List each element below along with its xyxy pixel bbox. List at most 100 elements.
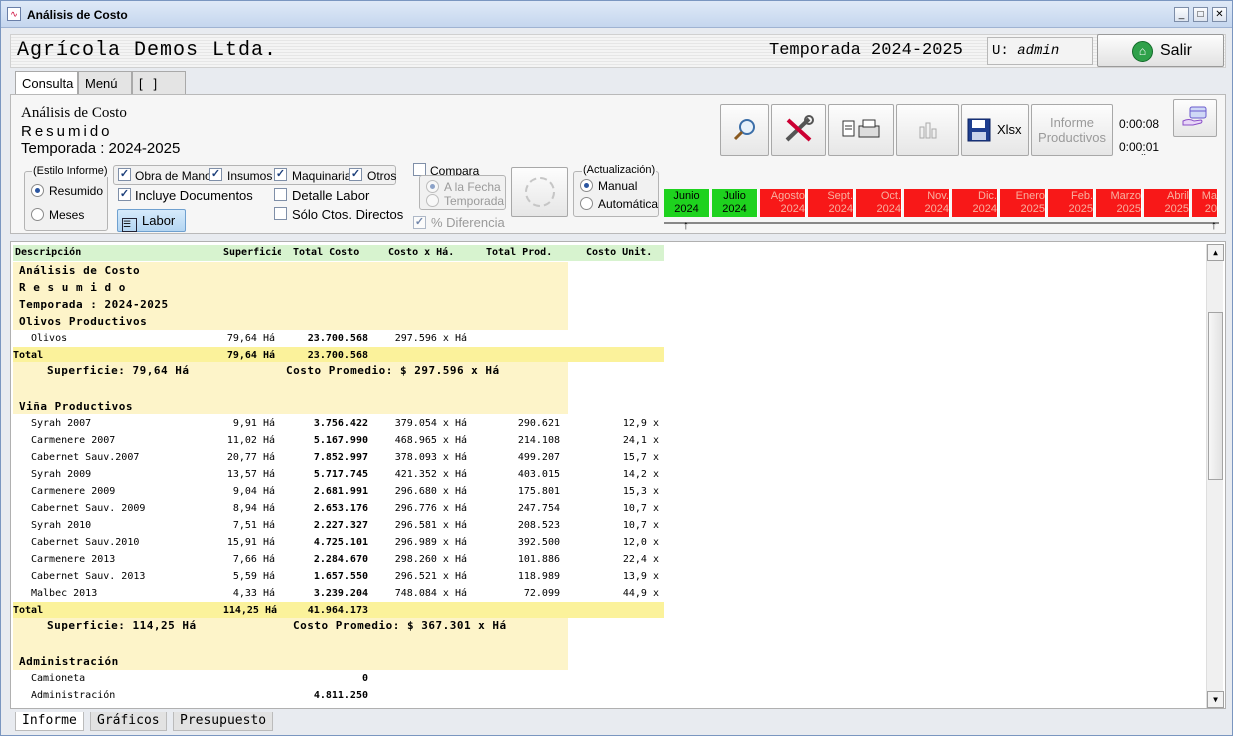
month-year: 2024 <box>924 203 949 215</box>
row-costo-unit: 12,9 x <box>622 418 659 429</box>
exit-button[interactable]: ⌂ Salir <box>1097 34 1224 67</box>
row-total-costo: 3.756.422 <box>313 418 368 429</box>
tab-graficos[interactable]: Gráficos <box>90 712 167 731</box>
row-costo-unit: 12,0 x <box>622 537 659 548</box>
scroll-up-button[interactable]: ▲ <box>1207 244 1224 261</box>
row-total-costo: 4.811.250 <box>313 690 368 701</box>
row-total-costo: 23.700.568 <box>307 333 368 344</box>
radio-manual[interactable] <box>580 179 593 192</box>
month-cell[interactable]: Marzo 2025 <box>1096 189 1142 217</box>
month-cell[interactable]: Feb. 2025 <box>1048 189 1094 217</box>
check-detalle[interactable] <box>274 188 287 201</box>
month-cell[interactable]: Sept. 2024 <box>808 189 854 217</box>
row-superficie: 9,91 Há <box>232 418 275 429</box>
radio-a-la-fecha[interactable] <box>426 180 439 193</box>
row-costo-ha: 297.596 x Há <box>394 333 467 344</box>
month-cell[interactable]: Nov. 2024 <box>904 189 950 217</box>
check-obra[interactable]: ✓ <box>118 168 131 181</box>
row-superficie: 13,57 Há <box>226 469 275 480</box>
month-cell[interactable]: Abril 2025 <box>1144 189 1190 217</box>
month-cell[interactable]: Junio 2024 <box>664 189 710 217</box>
start-marker-icon[interactable]: ↑ <box>683 218 689 232</box>
radio-automatica[interactable] <box>580 197 593 210</box>
row-superficie: 15,91 Há <box>226 537 275 548</box>
xlsx-button[interactable]: Xlsx <box>961 104 1029 156</box>
meses-label: Meses <box>49 208 85 222</box>
documentos-label: Incluye Documentos <box>135 188 253 203</box>
minimize-button[interactable]: _ <box>1174 7 1189 22</box>
row-total-prod: 175.801 <box>517 486 560 497</box>
row-costo-unit: 10,7 x <box>622 503 659 514</box>
tab-menu[interactable]: Menú <box>78 71 132 95</box>
row-total-costo: 2.653.176 <box>313 503 368 514</box>
row-costo-unit: 44,9 x <box>622 588 659 599</box>
check-otros[interactable]: ✓ <box>349 168 362 181</box>
row-descripcion: Syrah 2010 <box>31 520 92 531</box>
radio-temporada[interactable] <box>426 194 439 207</box>
vertical-scrollbar[interactable]: ▲ ▼ <box>1206 244 1224 708</box>
hand-card-icon <box>1182 106 1207 126</box>
row-total-costo: 2.284.670 <box>313 554 368 565</box>
automatica-label: Automática <box>598 197 659 211</box>
tab-empty[interactable]: [ ] <box>132 71 186 95</box>
month-year: 2024 <box>876 203 901 215</box>
table-header: Descripción Superficie Total Costo Costo… <box>13 245 664 261</box>
col-superficie: Superficie <box>223 247 281 258</box>
informe-productivos-button[interactable]: Informe Productivos <box>1031 104 1113 156</box>
row-descripcion: Administración <box>31 690 116 701</box>
chart-button[interactable] <box>896 104 959 156</box>
row-costo-ha: 379.054 x Há <box>394 418 467 429</box>
row-superficie: 20,77 Há <box>226 452 275 463</box>
print-button[interactable] <box>828 104 894 156</box>
summary-superficie: Superficie: 79,64 Há <box>47 364 190 377</box>
row-costo-ha: 296.581 x Há <box>394 520 467 531</box>
month-cell[interactable]: Ma 20 <box>1192 189 1218 217</box>
exit-label: Salir <box>1160 42 1193 59</box>
row-descripcion: Carmenere 2013 <box>31 554 116 565</box>
diferencia-label: % Diferencia <box>431 215 505 230</box>
col-total-costo: Total Costo <box>293 247 360 258</box>
check-diferencia[interactable]: ✓ <box>413 216 426 229</box>
end-marker-icon[interactable]: ↑ <box>1211 218 1217 232</box>
list-icon: ☰ <box>122 218 137 232</box>
tab-presupuesto[interactable]: Presupuesto <box>173 712 274 731</box>
summary-promedio: Costo Promedio: $ 367.301 x Há <box>293 619 507 632</box>
radio-meses[interactable] <box>31 208 44 221</box>
check-maquinaria[interactable]: ✓ <box>274 168 287 181</box>
month-cell[interactable]: Enero 2025 <box>1000 189 1046 217</box>
row-descripcion: Cabernet Sauv. 2013 <box>31 571 146 582</box>
row-costo-unit: 15,7 x <box>622 452 659 463</box>
labor-button[interactable]: ☰ Labor <box>117 209 186 232</box>
report-subtitle: Resumido <box>21 123 113 140</box>
month-cell[interactable]: Agosto 2024 <box>760 189 806 217</box>
payment-button[interactable] <box>1173 99 1217 137</box>
maximize-button[interactable]: □ <box>1193 7 1208 22</box>
check-documentos[interactable]: ✓ <box>118 188 131 201</box>
scroll-down-button[interactable]: ▼ <box>1207 691 1224 708</box>
search-button[interactable] <box>720 104 769 156</box>
row-descripcion: Cabernet Sauv.2010 <box>31 537 140 548</box>
month-track <box>664 222 1219 224</box>
report-subtitle-line: R e s u m i d o <box>19 281 126 294</box>
check-insumos[interactable]: ✓ <box>209 168 222 181</box>
month-year: 2024 <box>828 203 853 215</box>
solo-directos-label: Sólo Ctos. Directos <box>292 207 404 222</box>
month-cell[interactable]: Julio 2024 <box>712 189 758 217</box>
timer-1: 0:00:08 <box>1119 117 1160 131</box>
row-total-costo: 1.657.550 <box>313 571 368 582</box>
row-costo-unit: 10,7 x <box>622 520 659 531</box>
check-solo-directos[interactable] <box>274 207 287 220</box>
month-cell[interactable]: Oct. 2024 <box>856 189 902 217</box>
refresh-button[interactable] <box>511 167 568 217</box>
tab-consulta[interactable]: Consulta <box>15 71 78 96</box>
tools-button[interactable] <box>771 104 826 156</box>
row-costo-ha: 748.084 x Há <box>394 588 467 599</box>
close-button[interactable]: ✕ <box>1212 7 1227 22</box>
scroll-thumb[interactable] <box>1208 312 1223 480</box>
total-label: Total <box>13 350 44 361</box>
row-total-costo: 0 <box>361 673 368 684</box>
radio-resumido[interactable] <box>31 184 44 197</box>
tab-informe[interactable]: Informe <box>15 712 84 731</box>
month-cell[interactable]: Dic. 2024 <box>952 189 998 217</box>
row-total-prod: 290.621 <box>517 418 560 429</box>
